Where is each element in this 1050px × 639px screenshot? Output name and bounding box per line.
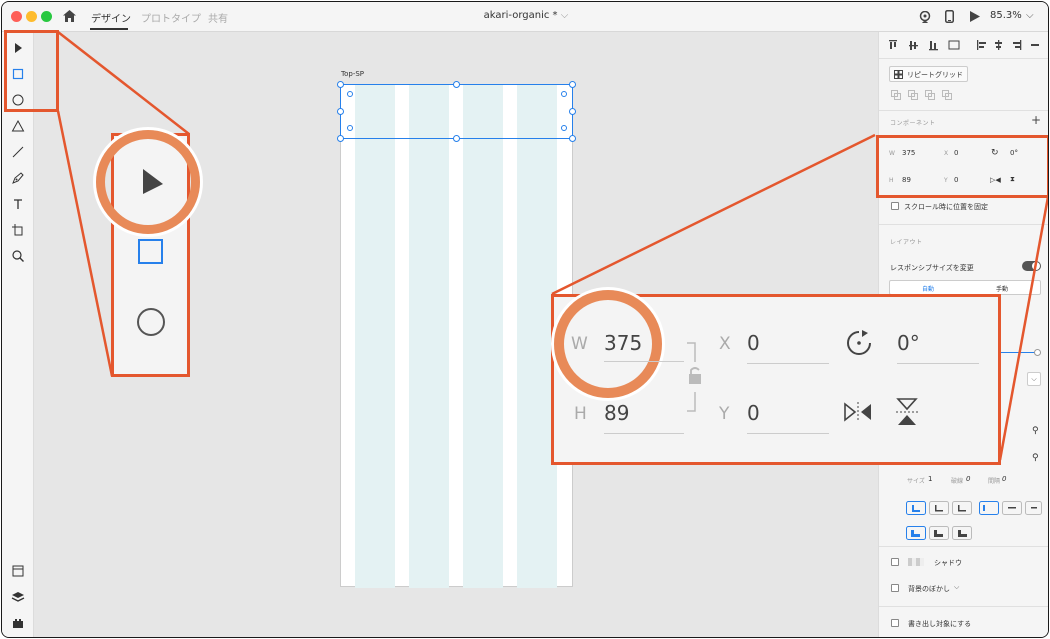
height-value: 89 xyxy=(604,401,630,425)
y-value: 0 xyxy=(747,401,760,425)
flip-horizontal-icon xyxy=(844,402,871,422)
select-tool-icon xyxy=(143,169,163,194)
ellipse-tool-icon xyxy=(137,308,165,336)
tools-zoom-callout xyxy=(96,130,200,377)
flip-vertical-icon xyxy=(896,398,918,425)
app-window: デザイン プロトタイプ 共有 akari-organic * ⌵ 85.3% ⌵… xyxy=(1,1,1049,638)
rectangle-tool-icon xyxy=(138,239,163,264)
rotation-value: 0° xyxy=(897,331,920,355)
rotate-icon xyxy=(847,330,871,355)
x-value: 0 xyxy=(747,331,760,355)
lock-aspect-icon xyxy=(687,342,701,412)
width-value: 375 xyxy=(604,331,643,355)
transform-zoom-callout: W 375 H 89 X 0 Y 0 0° xyxy=(551,290,1001,465)
